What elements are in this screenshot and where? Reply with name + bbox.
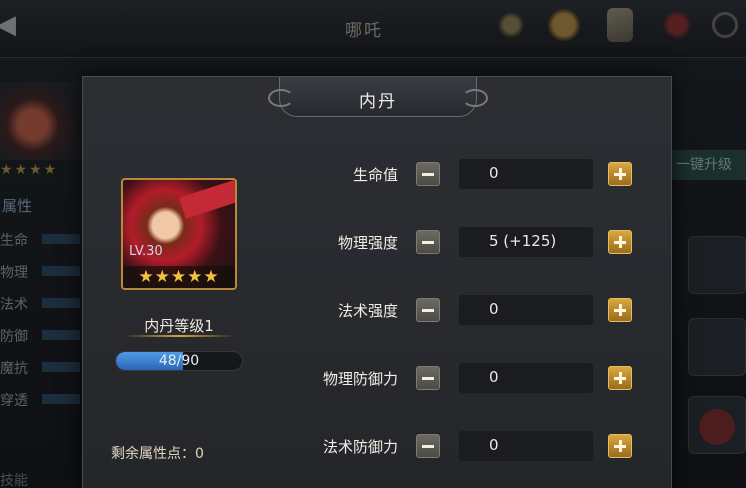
attribute-sidebar-row: 物理 (0, 258, 82, 290)
decrease-button[interactable] (416, 298, 440, 322)
stat-value-box: 0 (459, 363, 593, 393)
stat-label: 物理防御力 (322, 370, 398, 388)
skills-label: 技能 (0, 473, 28, 488)
attribute-sidebar-row: 魔抗 (0, 354, 82, 386)
back-arrow-icon[interactable]: ◀ (0, 12, 22, 38)
dialog-title-plate: 内丹 (268, 77, 488, 117)
decrease-button[interactable] (416, 162, 440, 186)
core-level-label: 内丹等级1 (144, 317, 214, 335)
hero-portrait: LV.30 ★★★★★ (121, 178, 237, 290)
remaining-points-value: 0 (195, 446, 204, 462)
attribute-sidebar-row: 生命 (0, 226, 82, 258)
hero-stars: ★★★★★ (123, 266, 235, 288)
inner-core-dialog: 内丹 LV.30 ★★★★★ 内丹等级1 48/90 剩余属性点：0 生命值 0… (82, 76, 672, 488)
stat-row-physical-power: 物理强度 5 (+125) (283, 227, 643, 259)
hero-thumbnail-stars: ★★★★ (0, 162, 59, 178)
core-xp-bar: 48/90 (115, 351, 243, 371)
increase-button[interactable] (608, 366, 632, 390)
stat-label: 法术防御力 (322, 438, 398, 456)
stat-row-hp: 生命值 0 (283, 159, 643, 191)
stat-value: 0 (489, 368, 499, 386)
remaining-points-label: 剩余属性点： (111, 446, 195, 462)
stat-row-physical-defense: 物理防御力 0 (283, 363, 643, 395)
attribute-sidebar: 属性 生命 物理 法术 防御 魔抗 穿透 (0, 195, 82, 418)
one-click-upgrade-button[interactable]: 一键升级 (672, 150, 746, 180)
increase-button[interactable] (608, 230, 632, 254)
hero-level-badge: LV.30 (129, 244, 163, 259)
increase-button[interactable] (608, 298, 632, 322)
decrease-button[interactable] (416, 366, 440, 390)
rank-icon[interactable] (660, 8, 694, 42)
stat-value: 0 (489, 300, 499, 318)
remaining-points: 剩余属性点：0 (111, 443, 204, 463)
attribute-sidebar-row: 穿透 (0, 386, 82, 418)
coin-icon[interactable] (547, 8, 581, 42)
core-xp-text: 48/90 (158, 353, 200, 369)
map-icon[interactable] (607, 8, 633, 42)
stat-row-magic-power: 法术强度 0 (283, 295, 643, 327)
increase-button[interactable] (608, 162, 632, 186)
scroll-icon[interactable] (494, 8, 528, 42)
hero-name-title: 哪吒 (345, 21, 383, 41)
attribute-sidebar-row: 防御 (0, 322, 82, 354)
portrait-sash (179, 180, 235, 219)
equipment-slot[interactable] (688, 318, 746, 376)
stat-value: 0 (489, 164, 499, 182)
search-icon[interactable] (712, 12, 738, 38)
stat-row-magic-defense: 法术防御力 0 (283, 431, 643, 463)
increase-button[interactable] (608, 434, 632, 458)
stat-value: 0 (489, 436, 499, 454)
stat-label: 物理强度 (337, 234, 398, 252)
decrease-button[interactable] (416, 230, 440, 254)
decrease-button[interactable] (416, 434, 440, 458)
stat-value-box: 0 (459, 159, 593, 189)
hero-thumbnail (0, 82, 82, 160)
dialog-title: 内丹 (359, 92, 397, 112)
stat-label: 生命值 (352, 166, 398, 184)
attribute-sidebar-row: 法术 (0, 290, 82, 322)
equipment-slot[interactable] (688, 236, 746, 294)
decorative-divider (123, 335, 235, 337)
attribute-sidebar-header: 属性 (2, 197, 33, 215)
stat-label: 法术强度 (337, 302, 398, 320)
top-bar: ◀ 哪吒 (0, 0, 746, 58)
equipment-slot[interactable] (688, 396, 746, 454)
stat-value-box: 0 (459, 295, 593, 325)
stat-value-box: 5 (+125) (459, 227, 593, 257)
stat-value: 5 (+125) (489, 232, 557, 250)
stat-value-box: 0 (459, 431, 593, 461)
